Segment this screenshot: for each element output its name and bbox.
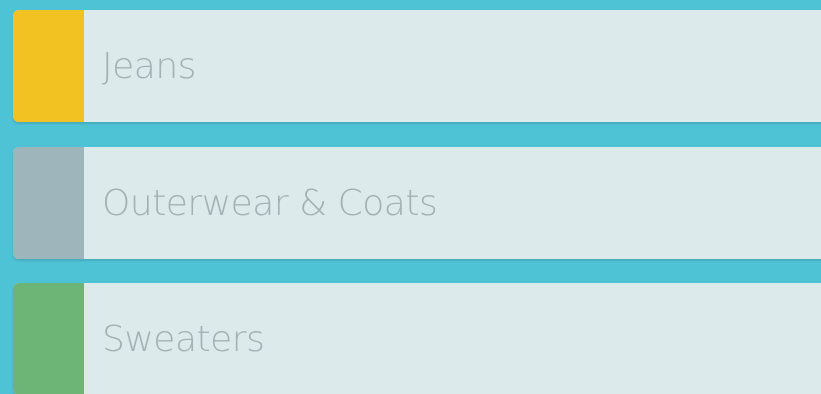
category-color-swatch — [13, 147, 84, 259]
category-item-jeans[interactable]: Jeans — [13, 10, 821, 122]
category-label: Outerwear & Coats — [102, 182, 438, 224]
category-item-sweaters[interactable]: Sweaters — [13, 283, 821, 394]
category-color-swatch — [13, 10, 84, 122]
category-color-swatch — [13, 283, 84, 394]
category-label: Jeans — [102, 45, 196, 87]
category-label: Sweaters — [102, 318, 265, 360]
category-item-outerwear-coats[interactable]: Outerwear & Coats — [13, 147, 821, 259]
category-list: Jeans Outerwear & Coats Sweaters — [0, 0, 821, 394]
